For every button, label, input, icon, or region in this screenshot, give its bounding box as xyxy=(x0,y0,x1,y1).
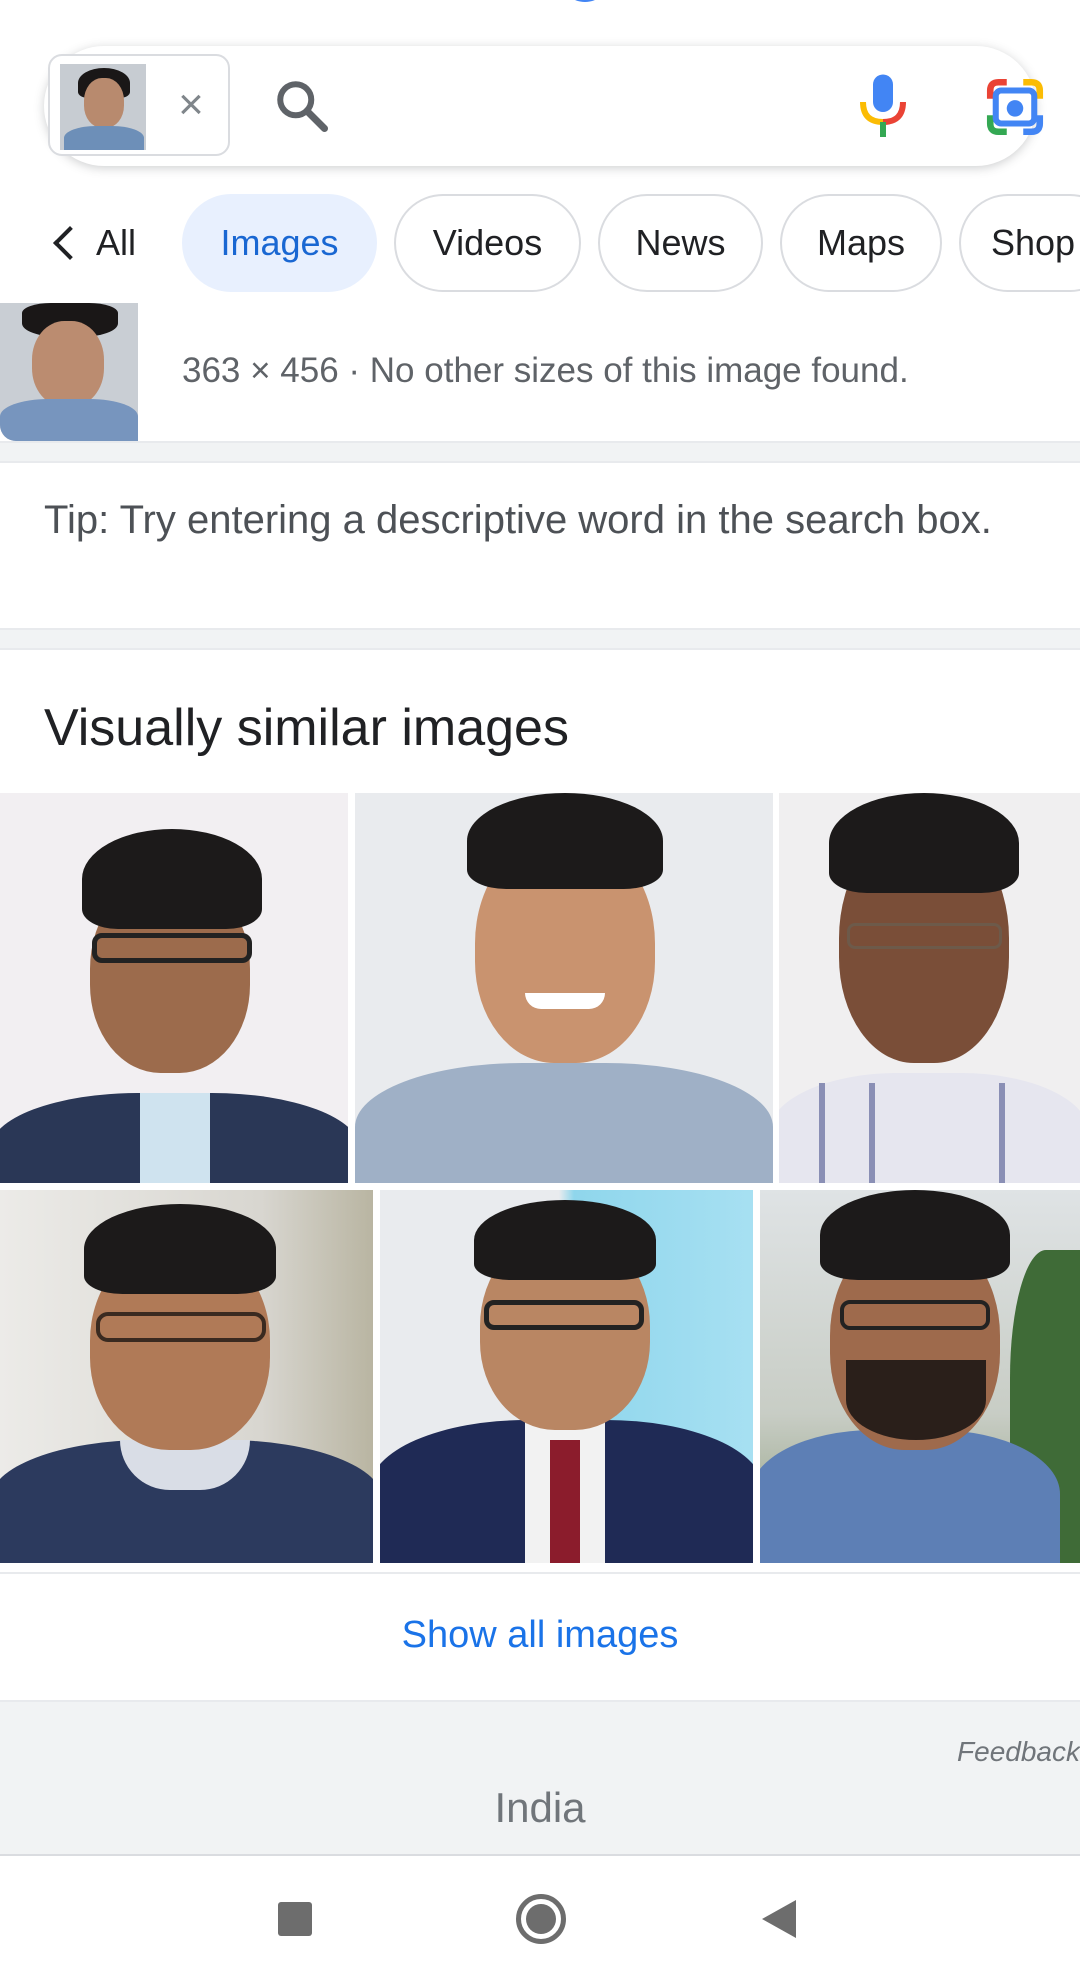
mic-icon[interactable] xyxy=(852,72,914,142)
tab-images[interactable]: Images xyxy=(182,194,377,292)
footer-country: India xyxy=(494,1784,586,1831)
tab-all[interactable]: All xyxy=(44,194,136,292)
recent-apps-icon[interactable] xyxy=(278,1902,312,1936)
similar-image-2[interactable] xyxy=(355,793,773,1183)
similar-image-6[interactable] xyxy=(760,1190,1080,1563)
query-image-thumbnail xyxy=(60,64,146,150)
feedback-link[interactable]: Feedback xyxy=(957,1736,1080,1768)
section-divider xyxy=(0,628,1080,650)
search-icon[interactable] xyxy=(272,76,332,136)
image-size-info: 363 × 456 · No other sizes of this image… xyxy=(182,351,909,390)
footer: Feedback India xyxy=(0,1700,1080,1856)
section-title: Visually similar images xyxy=(44,699,569,757)
home-icon[interactable] xyxy=(516,1894,566,1944)
similar-image-3[interactable] xyxy=(779,793,1080,1183)
similar-image-5[interactable] xyxy=(380,1190,753,1563)
tab-all-label: All xyxy=(96,222,137,263)
google-lens-icon[interactable] xyxy=(982,74,1048,140)
similar-image-1[interactable] xyxy=(0,793,348,1183)
system-navigation-bar xyxy=(0,1858,1080,1982)
tab-videos[interactable]: Videos xyxy=(394,194,581,292)
section-divider xyxy=(0,441,1080,463)
search-tabs: All Images Videos News Maps Shop xyxy=(0,194,1080,294)
similar-image-4[interactable] xyxy=(0,1190,373,1563)
tab-shopping[interactable]: Shop xyxy=(959,194,1080,292)
clear-image-button[interactable]: × xyxy=(166,80,216,130)
tab-maps[interactable]: Maps xyxy=(780,194,942,292)
loading-indicator xyxy=(560,0,610,2)
query-image-preview[interactable] xyxy=(0,303,138,441)
chevron-left-icon xyxy=(53,226,87,260)
search-bar[interactable]: × xyxy=(44,46,1044,166)
tab-news[interactable]: News xyxy=(598,194,763,292)
image-info-row: 363 × 456 · No other sizes of this image… xyxy=(0,303,1080,441)
query-image-chip[interactable]: × xyxy=(48,54,230,156)
search-tip: Tip: Try entering a descriptive word in … xyxy=(44,498,992,542)
back-icon[interactable] xyxy=(762,1900,796,1938)
show-all-images-link[interactable]: Show all images xyxy=(0,1572,1080,1697)
